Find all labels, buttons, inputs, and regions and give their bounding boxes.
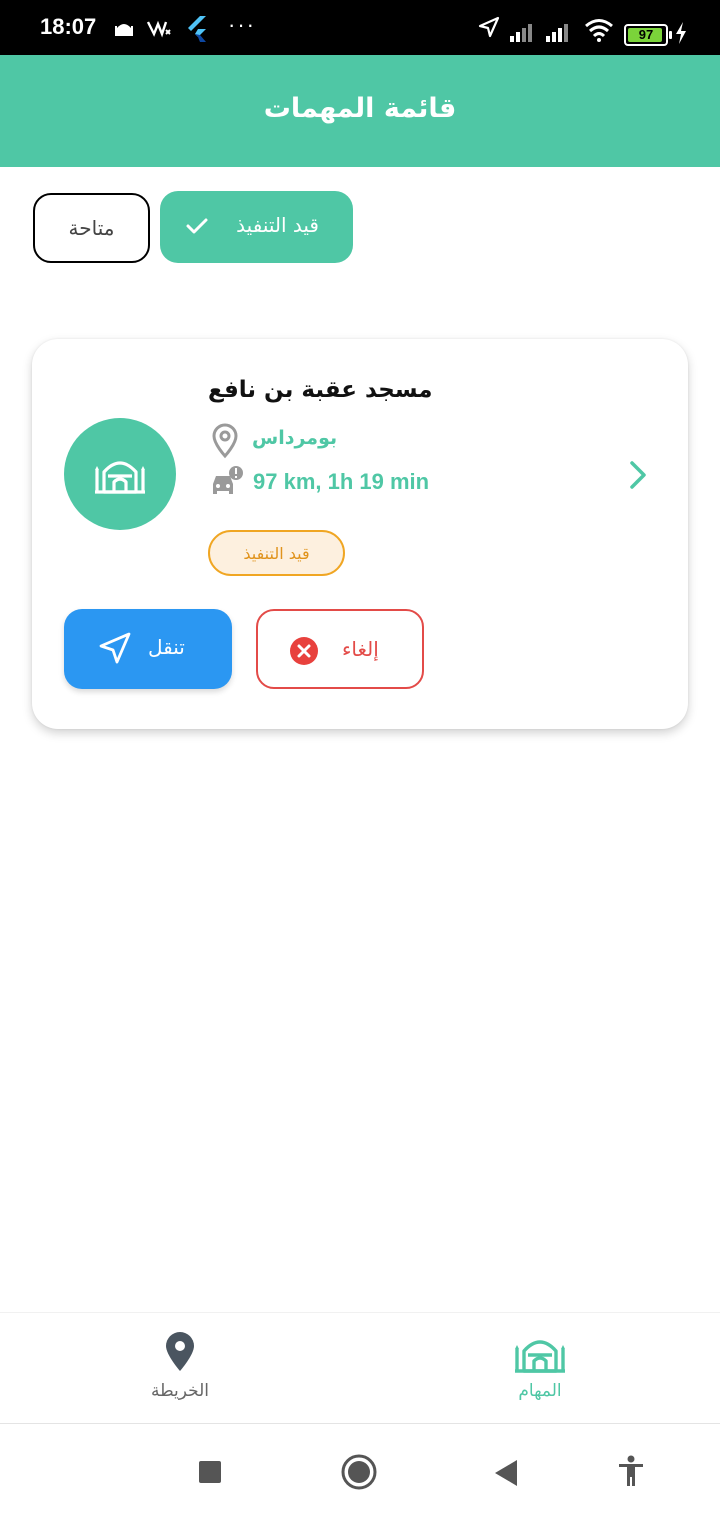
- status-bar: 18:07 ··· 97: [0, 0, 720, 55]
- status-time: 18:07: [40, 14, 97, 39]
- task-distance-time: 97 km, 1h 19 min: [253, 469, 430, 494]
- filter-chip-in-progress-label: قيد التنفيذ: [236, 213, 319, 237]
- wifi-icon: [584, 18, 614, 46]
- location-arrow-icon: [478, 16, 500, 42]
- chevron-right-icon[interactable]: [624, 457, 652, 497]
- navigation-arrow-icon: [98, 631, 132, 670]
- filter-chip-in-progress[interactable]: قيد التنفيذ: [160, 191, 353, 263]
- mosque-icon: [440, 1331, 640, 1375]
- signal-icon: [508, 22, 538, 46]
- cancel-button[interactable]: إلغاء: [256, 609, 424, 689]
- bottom-navigation: الخريطة المهام: [0, 1312, 720, 1424]
- check-icon: [182, 211, 212, 246]
- task-location: بومرداس: [252, 427, 338, 449]
- accessibility-icon[interactable]: [616, 1455, 646, 1491]
- nav-item-map[interactable]: الخريطة: [80, 1313, 280, 1425]
- filter-chip-available-label: متاحة: [68, 216, 115, 240]
- status-badge: قيد التنفيذ: [208, 530, 345, 576]
- recents-square-icon[interactable]: [198, 1460, 222, 1488]
- nav-item-map-label: الخريطة: [150, 1381, 210, 1401]
- battery-level: 97: [638, 27, 654, 42]
- close-circle-icon: [290, 637, 318, 665]
- task-card[interactable]: مسجد عقبة بن نافع بومرداس 97 km, 1h 19 m…: [32, 339, 688, 729]
- back-triangle-icon[interactable]: [492, 1458, 520, 1492]
- signal-icon: [544, 22, 574, 46]
- navigate-button-label: تنقل: [148, 635, 185, 659]
- nav-item-tasks-label: المهام: [518, 1381, 562, 1401]
- location-pin-icon: [210, 423, 240, 463]
- filter-chip-available[interactable]: متاحة: [33, 193, 150, 263]
- task-title: مسجد عقبة بن نافع: [208, 377, 433, 403]
- system-navigation-bar: [0, 1425, 720, 1520]
- cancel-button-label: إلغاء: [342, 637, 379, 661]
- flutter-icon: [186, 16, 208, 46]
- mosque-avatar: [64, 418, 176, 530]
- car-alert-icon: [210, 466, 244, 502]
- mosque-notification-icon: [114, 18, 134, 42]
- mosque-icon: [95, 461, 145, 494]
- status-badge-label: قيد التنفيذ: [243, 543, 310, 563]
- charging-icon: [674, 22, 688, 48]
- data-usage-icon: [146, 18, 172, 42]
- more-dots-icon: ···: [228, 12, 256, 37]
- app-bar: قائمة المهمات: [0, 55, 720, 167]
- navigate-button[interactable]: تنقل: [64, 609, 232, 689]
- nav-item-tasks[interactable]: المهام: [440, 1313, 640, 1425]
- home-circle-icon[interactable]: [340, 1453, 378, 1495]
- map-pin-icon: [80, 1331, 280, 1371]
- battery-icon: 97: [624, 24, 672, 46]
- page-title: قائمة المهمات: [263, 93, 457, 124]
